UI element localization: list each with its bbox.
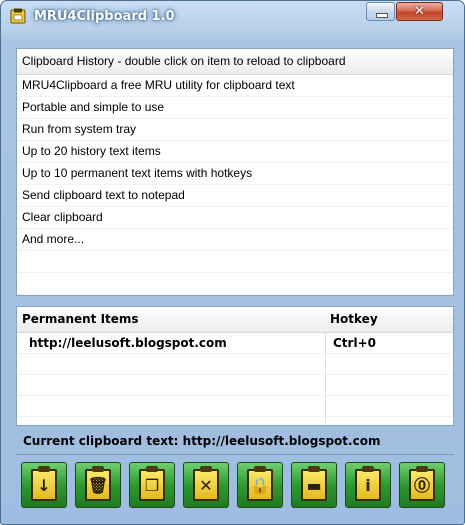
about-button[interactable]: ⓪ [399,462,445,508]
history-items: MRU4Clipboard a free MRU utility for cli… [17,75,453,295]
delete-item-button[interactable]: 🗑 [75,462,121,508]
permanent-items-column-header[interactable]: Permanent Items [22,307,139,332]
history-item[interactable]: Run from system tray [17,119,453,141]
divider [16,454,454,455]
history-column-header[interactable]: Clipboard History - double click on item… [17,49,453,75]
table-row[interactable] [17,375,453,396]
lock-item-button[interactable]: 🔒 [237,462,283,508]
app-window: MRU4Clipboard 1.0 ✕ Clipboard History - … [0,0,465,525]
title-bar[interactable]: MRU4Clipboard 1.0 ✕ [1,1,464,33]
info-button[interactable]: i [345,462,391,508]
copy-to-permanent-button[interactable]: ❐ [129,462,175,508]
history-item[interactable]: MRU4Clipboard a free MRU utility for cli… [17,75,453,97]
history-item[interactable]: Up to 20 history text items [17,141,453,163]
table-row[interactable] [17,396,453,417]
current-clipboard-label: Current clipboard text: http://leelusoft… [23,434,381,448]
permanent-table-header: Permanent Items Hotkey [17,307,453,333]
history-item[interactable]: Up to 10 permanent text items with hotke… [17,163,453,185]
history-item[interactable]: Send clipboard text to notepad [17,185,453,207]
history-item[interactable]: Clear clipboard [17,207,453,229]
send-to-notepad-button[interactable]: ▬ [291,462,337,508]
table-row[interactable] [17,354,453,375]
minimize-icon [376,13,388,18]
load-to-clipboard-button[interactable]: ↓ [21,462,67,508]
close-icon: ✕ [414,4,425,19]
clear-clipboard-button[interactable]: ✕ [183,462,229,508]
permanent-items-table[interactable]: Permanent Items Hotkey http://leelusoft.… [16,306,454,426]
window-title: MRU4Clipboard 1.0 [34,9,175,24]
hotkey-column-header[interactable]: Hotkey [330,307,378,332]
hotkey-text: Ctrl+0 [333,336,376,350]
table-row[interactable]: http://leelusoft.blogspot.com Ctrl+0 [17,333,453,354]
minimize-button[interactable] [366,2,395,21]
history-item[interactable]: And more... [17,229,453,251]
close-button[interactable]: ✕ [396,2,443,21]
history-item[interactable]: Portable and simple to use [17,97,453,119]
clipboard-history-list[interactable]: Clipboard History - double click on item… [16,48,454,296]
permanent-item-text: http://leelusoft.blogspot.com [29,336,227,350]
app-clipboard-icon [10,8,26,24]
history-item[interactable] [17,251,453,273]
history-item[interactable] [17,273,453,295]
